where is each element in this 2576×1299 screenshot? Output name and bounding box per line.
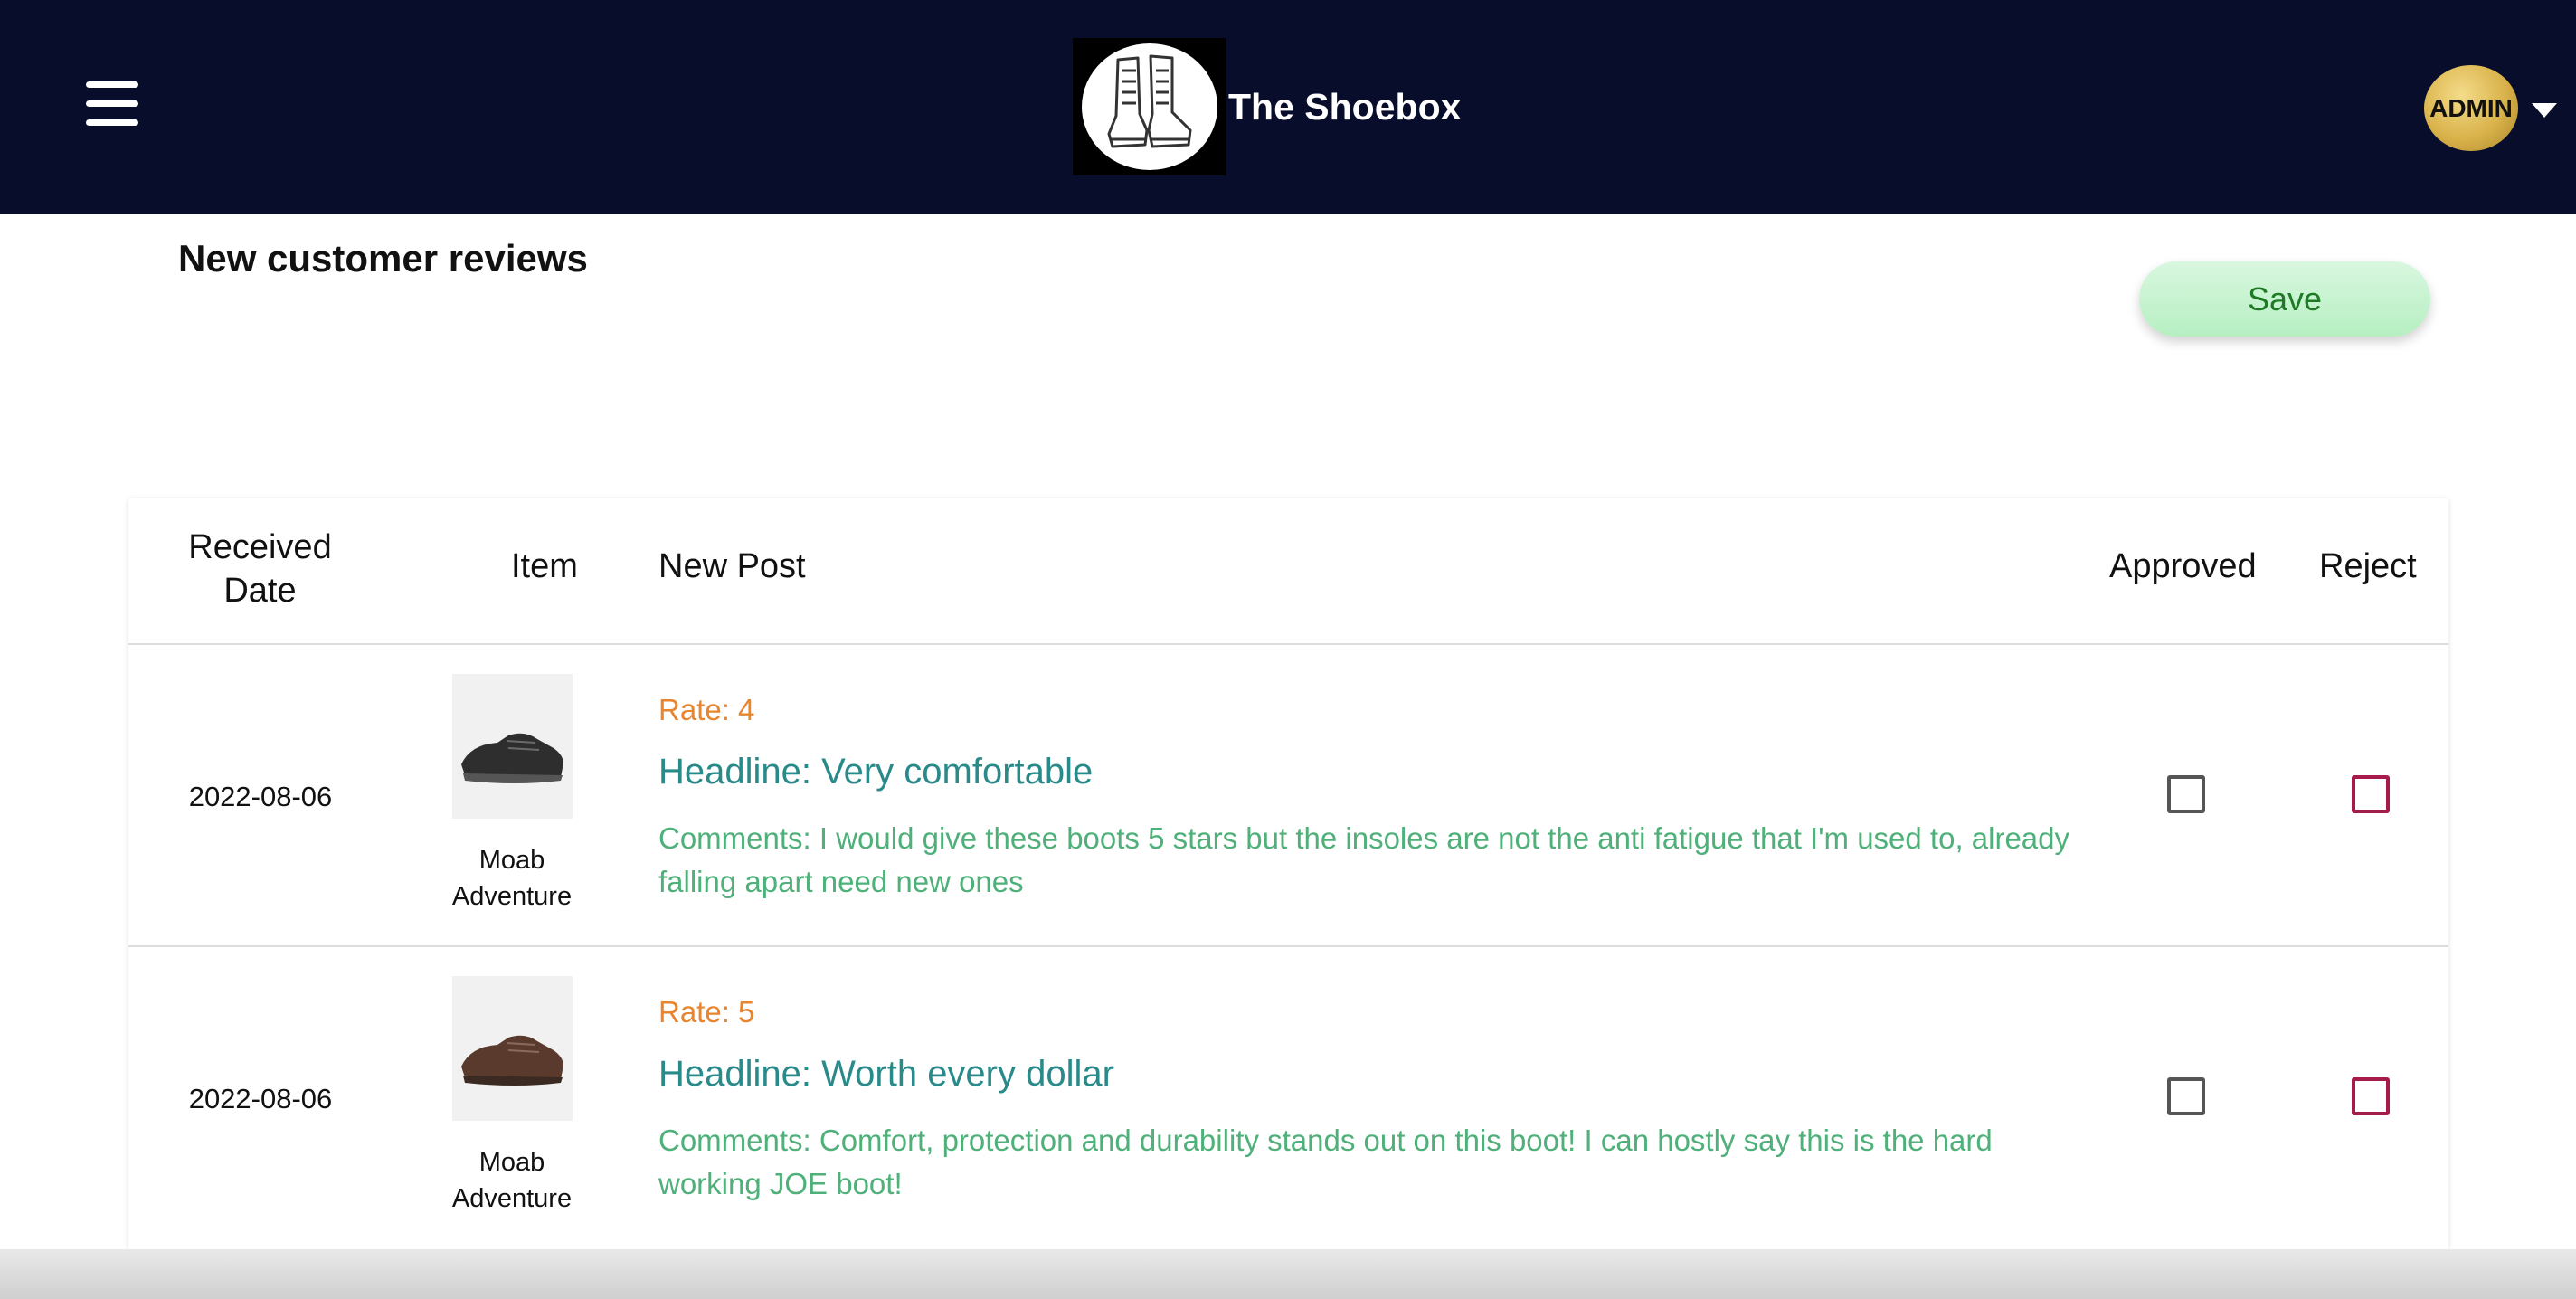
column-header-reject: Reject [2319, 547, 2417, 585]
column-header-approved: Approved [2109, 547, 2257, 585]
reject-checkbox[interactable] [2352, 775, 2390, 813]
avatar[interactable]: ADMIN [2424, 65, 2518, 151]
divider [128, 945, 2448, 947]
boots-logo-icon [1073, 38, 1226, 175]
divider [128, 643, 2448, 645]
approved-checkbox[interactable] [2167, 775, 2205, 813]
page-title: New customer reviews [178, 237, 588, 280]
hamburger-menu-icon[interactable] [86, 81, 138, 127]
shoe-thumbnail[interactable] [452, 674, 573, 819]
review-comments: Comments: Comfort, protection and durabi… [658, 1124, 1993, 1200]
reviews-table: Received Date Item New Post Approved Rej… [128, 498, 2448, 1249]
top-navbar: The Shoebox ADMIN [0, 0, 2576, 214]
shoe-thumbnail[interactable] [452, 976, 573, 1121]
item-name: Moab Adventure [451, 846, 573, 911]
received-date: 2022-08-06 [188, 781, 333, 812]
review-headline: Headline: Very comfortable [658, 752, 1094, 792]
chevron-down-icon[interactable] [2530, 101, 2559, 119]
rating: Rate: 5 [658, 995, 755, 1029]
page-footer-shadow [0, 1249, 2576, 1299]
review-headline: Headline: Worth every dollar [658, 1054, 1114, 1094]
column-header-new-post: New Post [658, 547, 806, 585]
save-button[interactable]: Save [2139, 261, 2430, 337]
brand-name: The Shoebox [1228, 85, 1462, 128]
reject-checkbox[interactable] [2352, 1077, 2390, 1115]
approved-checkbox[interactable] [2167, 1077, 2205, 1115]
column-header-received-date: Received Date [188, 528, 332, 610]
item-name: Moab Adventure [451, 1148, 573, 1213]
rating: Rate: 4 [658, 693, 755, 726]
review-comments: Comments: I would give these boots 5 sta… [658, 821, 2070, 898]
brand[interactable]: The Shoebox [1073, 38, 1461, 175]
received-date: 2022-08-06 [188, 1083, 333, 1114]
column-header-item: Item [511, 547, 578, 585]
